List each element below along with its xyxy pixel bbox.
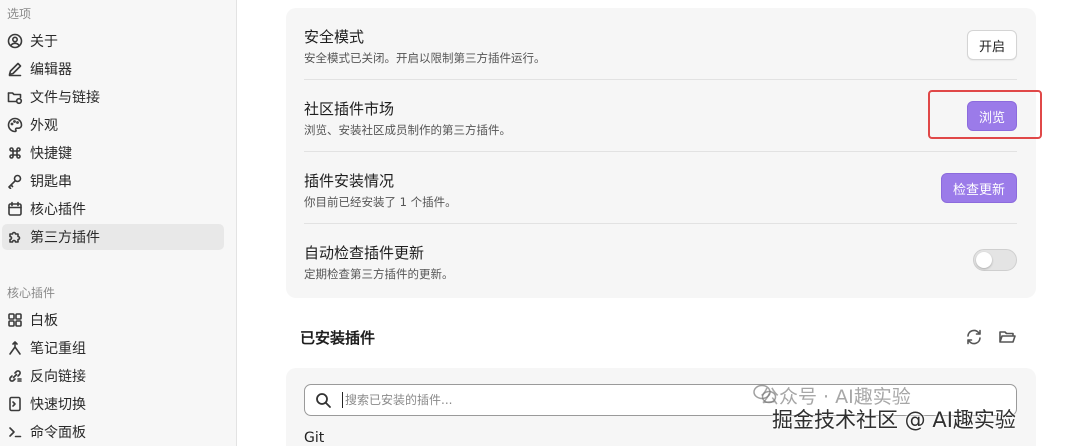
highlight-annotation-box: [928, 90, 1042, 139]
user-circle-icon: [6, 33, 23, 50]
sidebar-item-label: 关于: [30, 34, 58, 50]
check-updates-button[interactable]: 检查更新: [941, 173, 1017, 203]
setting-row-installed-status: 插件安装情况 你目前已经安装了 1 个插件。 检查更新: [304, 152, 1017, 224]
grid-icon: [6, 312, 23, 329]
sidebar-item-third-party-plugins[interactable]: 第三方插件: [2, 224, 224, 250]
setting-title: 插件安装情况: [304, 172, 395, 190]
settings-sidebar: 选项 关于 编辑器 文件与链接 外观 快捷键 钥匙串 核心插件 第三方插件 核心…: [0, 0, 237, 446]
calendar-icon: [6, 201, 23, 218]
palette-icon: [6, 117, 23, 134]
setting-title: 安全模式: [304, 28, 365, 46]
setting-row-auto-update: 自动检查插件更新 定期检查第三方插件的更新。: [304, 224, 1017, 296]
sidebar-item-appearance[interactable]: 外观: [2, 112, 224, 138]
setting-title: 社区插件市场: [304, 100, 395, 118]
setting-title: 自动检查插件更新: [304, 244, 425, 262]
backlink-icon: [6, 368, 23, 385]
terminal-icon: [6, 424, 23, 441]
reload-icon[interactable]: [962, 325, 986, 349]
setting-row-safe-mode: 安全模式 安全模式已关闭。开启以限制第三方插件运行。 开启: [304, 8, 1017, 80]
installed-plugins-heading: 已安装插件: [300, 329, 376, 347]
sidebar-item-label: 核心插件: [30, 202, 86, 218]
sidebar-item-label: 白板: [30, 313, 58, 329]
puzzle-icon: [6, 229, 23, 246]
search-icon: [316, 392, 331, 408]
sidebar-item-label: 第三方插件: [30, 230, 100, 246]
sidebar-item-files-links[interactable]: 文件与链接: [2, 84, 224, 110]
sidebar-item-hotkeys[interactable]: 快捷键: [2, 140, 224, 166]
setting-description: 安全模式已关闭。开启以限制第三方插件运行。: [304, 51, 546, 65]
open-folder-icon[interactable]: [995, 325, 1019, 349]
sidebar-item-label: 钥匙串: [30, 174, 72, 190]
sidebar-item-about[interactable]: 关于: [2, 28, 224, 54]
sidebar-item-label: 命令面板: [30, 425, 86, 441]
sidebar-item-canvas[interactable]: 白板: [2, 307, 224, 333]
watermark-juejin: 掘金技术社区 @ AI趣实验: [772, 408, 1016, 432]
sidebar-item-label: 外观: [30, 118, 58, 134]
command-icon: [6, 145, 23, 162]
setting-description: 浏览、安装社区成员制作的第三方插件。: [304, 123, 511, 137]
plugin-settings-card: 安全模式 安全模式已关闭。开启以限制第三方插件运行。 开启 社区插件市场 浏览、…: [286, 8, 1036, 298]
sidebar-item-editor[interactable]: 编辑器: [2, 56, 224, 82]
setting-row-community-plugins: 社区插件市场 浏览、安装社区成员制作的第三方插件。 浏览: [304, 80, 1017, 152]
switch-icon: [6, 396, 23, 413]
folder-icon: [6, 89, 23, 106]
settings-main: 安全模式 安全模式已关闭。开启以限制第三方插件运行。 开启 社区插件市场 浏览、…: [238, 0, 1070, 446]
sidebar-item-keychain[interactable]: 钥匙串: [2, 168, 224, 194]
sidebar-item-label: 快捷键: [30, 146, 72, 162]
setting-description: 定期检查第三方插件的更新。: [304, 267, 454, 281]
key-icon: [6, 173, 23, 190]
sidebar-item-core-plugins[interactable]: 核心插件: [2, 196, 224, 222]
sidebar-item-label: 文件与链接: [30, 90, 100, 106]
pen-icon: [6, 61, 23, 78]
setting-description: 你目前已经安装了 1 个插件。: [304, 195, 457, 209]
sidebar-item-label: 反向链接: [30, 369, 86, 385]
section-label-options: 选项: [7, 7, 32, 21]
sidebar-item-command-palette[interactable]: 命令面板: [2, 419, 224, 445]
safe-mode-enable-button[interactable]: 开启: [967, 30, 1017, 60]
plugin-item-name[interactable]: Git: [304, 430, 324, 446]
sidebar-item-label: 快速切换: [30, 397, 86, 413]
sidebar-item-backlinks[interactable]: 反向链接: [2, 363, 224, 389]
sidebar-item-label: 编辑器: [30, 62, 72, 78]
sidebar-item-label: 笔记重组: [30, 341, 86, 357]
section-label-core-plugins: 核心插件: [7, 286, 56, 300]
toggle-knob: [976, 252, 992, 268]
sidebar-item-note-composer[interactable]: 笔记重组: [2, 335, 224, 361]
merge-icon: [6, 340, 23, 357]
auto-update-toggle[interactable]: [973, 249, 1017, 271]
sidebar-item-quick-switcher[interactable]: 快速切换: [2, 391, 224, 417]
